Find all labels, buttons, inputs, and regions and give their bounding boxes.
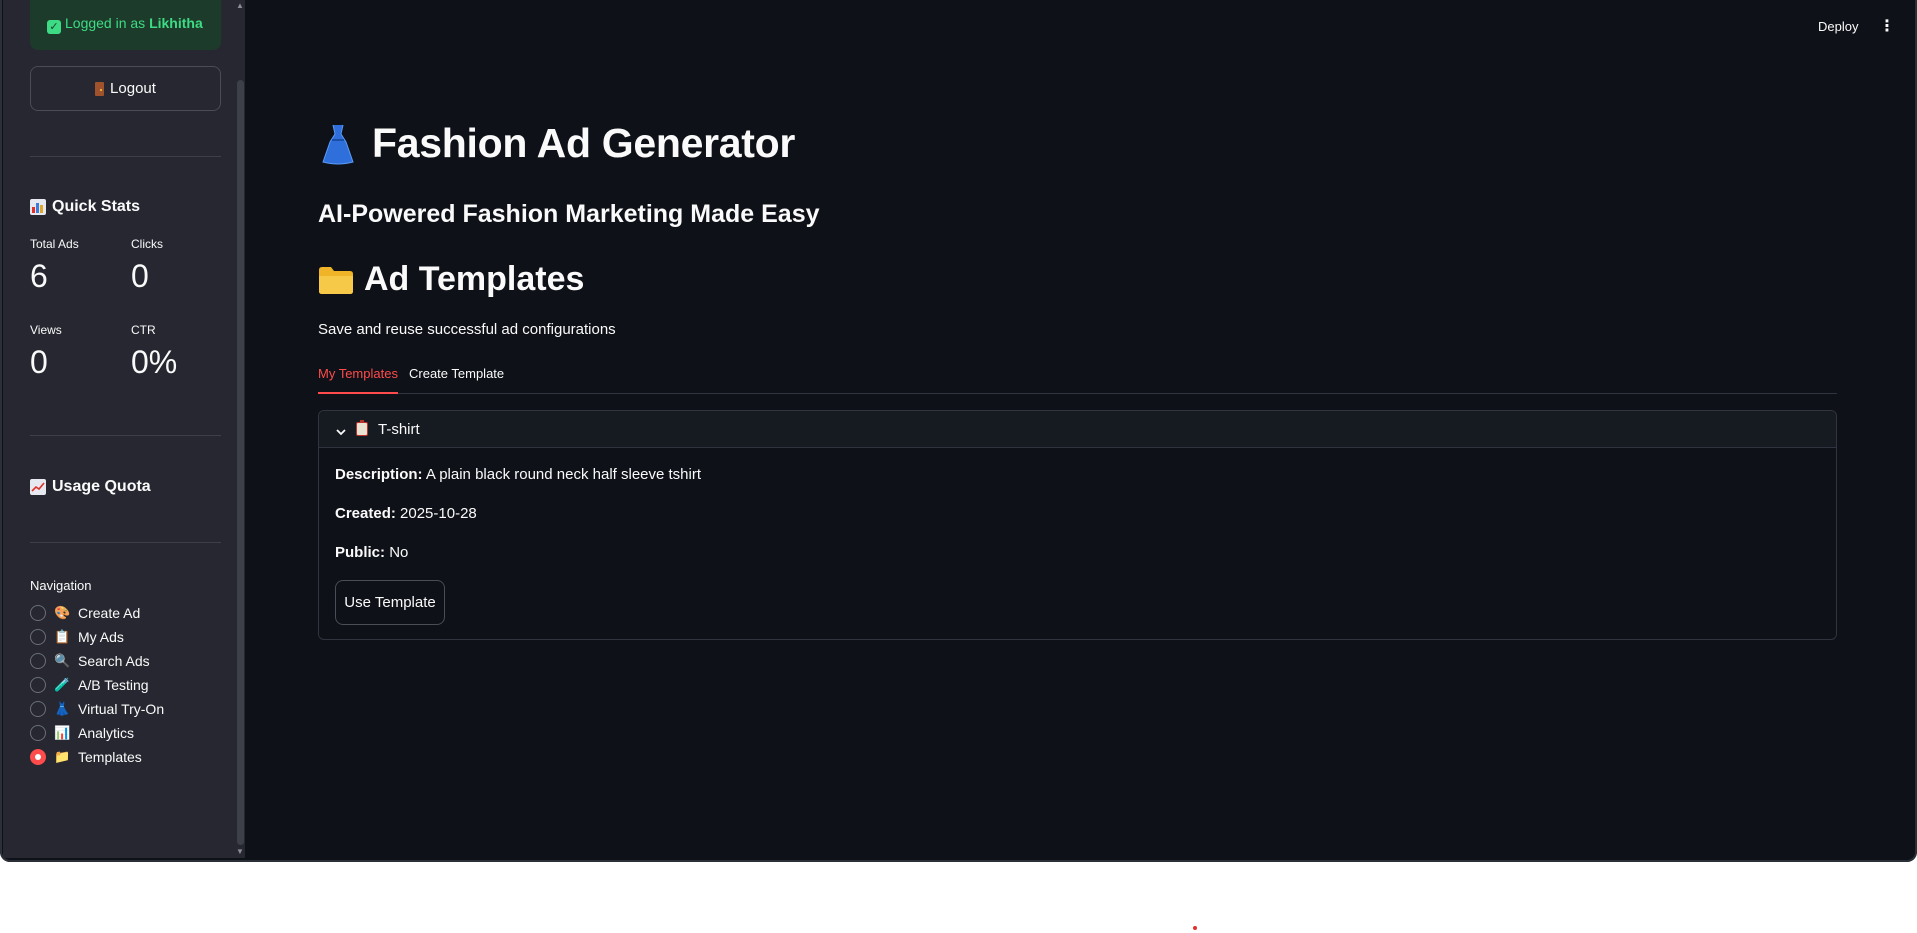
stat-value-views: 0 (30, 344, 48, 380)
radio-button[interactable] (30, 677, 46, 693)
quick-stats-title: Quick Stats (52, 198, 141, 215)
usage-quota-heading: Usage Quota (30, 478, 151, 496)
tab-my-templates[interactable]: My Templates (318, 366, 398, 394)
template-public: Public: No (335, 544, 408, 561)
scroll-up-icon[interactable]: ▲ (236, 2, 244, 10)
bar-chart-icon (30, 199, 46, 215)
template-created: Created: 2025-10-28 (335, 505, 477, 522)
sidebar: ✓ Logged in as Likhitha Logout Quick Stat… (3, 0, 245, 858)
scroll-down-icon[interactable]: ▼ (236, 848, 244, 856)
tab-bar: My Templates Create Template (318, 366, 1837, 394)
nav-item-create-ad[interactable]: 🎨 Create Ad (30, 604, 140, 622)
template-name: T-shirt (378, 420, 420, 438)
bar-chart-icon: 📊 (54, 725, 71, 740)
cursor-dot (1193, 926, 1197, 930)
navigation-title: Navigation (30, 578, 92, 593)
magnifier-icon: 🔍 (54, 653, 71, 668)
template-expander: T-shirt Description: A plain black round… (318, 410, 1837, 640)
page-title-text: Fashion Ad Generator (372, 120, 796, 166)
page-subtitle: AI-Powered Fashion Marketing Made Easy (318, 200, 820, 228)
palette-icon: 🎨 (54, 605, 71, 620)
quick-stats-heading: Quick Stats (30, 198, 140, 216)
nav-item-label: Templates (78, 749, 142, 765)
nav-item-search-ads[interactable]: 🔍 Search Ads (30, 652, 150, 670)
nav-item-label: Analytics (78, 725, 135, 741)
nav-item-label: A/B Testing (78, 677, 149, 693)
radio-button-selected[interactable] (30, 749, 46, 765)
login-status-banner: ✓ Logged in as Likhitha (30, 0, 221, 50)
created-label: Created: (335, 505, 396, 522)
stat-label-views: Views (30, 323, 62, 337)
logout-button[interactable]: Logout (30, 66, 221, 111)
description-label: Description: (335, 466, 423, 483)
divider (30, 156, 221, 157)
nav-item-analytics[interactable]: 📊 Analytics (30, 724, 134, 742)
radio-button[interactable] (30, 605, 46, 621)
folder-icon (318, 265, 354, 295)
nav-item-label: Search Ads (78, 653, 150, 669)
radio-button[interactable] (30, 701, 46, 717)
radio-button[interactable] (30, 629, 46, 645)
radio-button[interactable] (30, 653, 46, 669)
description-value: A plain black round neck half sleeve tsh… (425, 466, 702, 483)
stat-label-ctr: CTR (131, 323, 156, 337)
template-description: Description: A plain black round neck ha… (335, 466, 701, 483)
nav-item-label: Virtual Try-On (78, 701, 165, 717)
public-value: No (389, 544, 409, 561)
dress-icon (318, 122, 358, 166)
nav-item-label: My Ads (78, 629, 124, 645)
deploy-button[interactable]: Deploy (1818, 19, 1858, 34)
door-icon (95, 81, 105, 96)
stat-label-total-ads: Total Ads (30, 237, 79, 251)
nav-item-virtual-try-on[interactable]: 👗 Virtual Try-On (30, 700, 164, 718)
divider (30, 435, 221, 436)
template-expander-header[interactable]: T-shirt (319, 411, 1836, 448)
app-window: ✓ Logged in as Likhitha Logout Quick Stat… (0, 0, 1917, 862)
stat-value-total-ads: 6 (30, 258, 48, 294)
page-title: Fashion Ad Generator (318, 120, 795, 167)
section-title-text: Ad Templates (364, 260, 585, 298)
created-value: 2025-10-28 (400, 505, 477, 522)
section-title: Ad Templates (318, 260, 584, 299)
person-icon: 👗 (54, 701, 71, 716)
nav-item-ab-testing[interactable]: 🧪 A/B Testing (30, 676, 149, 694)
tab-create-template[interactable]: Create Template (409, 366, 504, 394)
stat-value-clicks: 0 (131, 258, 149, 294)
login-username: Likhitha (149, 15, 203, 31)
clipboard-icon (356, 420, 368, 436)
sidebar-scrollbar-thumb[interactable] (237, 80, 244, 845)
nav-item-templates[interactable]: 📁 Templates (30, 748, 142, 766)
folder-icon: 📁 (54, 749, 71, 764)
radio-button[interactable] (30, 725, 46, 741)
checkmark-icon: ✓ (47, 20, 61, 34)
use-template-button[interactable]: Use Template (335, 580, 445, 625)
logout-label: Logout (110, 80, 156, 97)
stat-label-clicks: Clicks (131, 237, 163, 251)
test-tube-icon: 🧪 (54, 677, 71, 692)
trending-up-icon (30, 479, 46, 495)
login-prefix: Logged in as (65, 15, 150, 31)
chevron-down-icon (336, 424, 346, 436)
nav-item-label: Create Ad (78, 605, 141, 621)
usage-quota-title: Usage Quota (52, 478, 151, 495)
divider (30, 542, 221, 543)
public-label: Public: (335, 544, 386, 561)
main-menu-icon[interactable]: ⋮ (1879, 19, 1895, 35)
section-description: Save and reuse successful ad configurati… (318, 321, 616, 338)
nav-item-my-ads[interactable]: 📋 My Ads (30, 628, 124, 646)
stat-value-ctr: 0% (131, 344, 178, 380)
clipboard-icon: 📋 (54, 629, 71, 644)
